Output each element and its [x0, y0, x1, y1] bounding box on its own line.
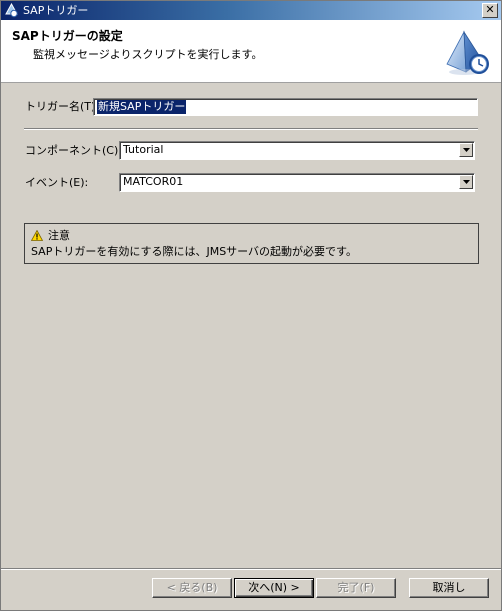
finish-button[interactable]: 完了(F): [316, 578, 396, 598]
event-select[interactable]: MATCOR01: [119, 173, 475, 192]
back-button[interactable]: < 戻る(B): [152, 578, 232, 598]
component-select[interactable]: Tutorial: [119, 141, 475, 160]
component-dropdown-button[interactable]: [459, 143, 473, 157]
close-button[interactable]: ✕: [482, 3, 498, 18]
cancel-button[interactable]: 取消し: [409, 578, 489, 598]
component-label: コンポーネント(C):: [25, 144, 122, 157]
page-title: SAPトリガーの設定: [12, 29, 123, 43]
chevron-down-icon: [463, 180, 470, 184]
wizard-banner: SAPトリガーの設定 監視メッセージよりスクリプトを実行します。: [1, 20, 501, 83]
warning-note: 注意 SAPトリガーを有効にする際には、JMSサーバの起動が必要です。: [24, 223, 479, 264]
next-button[interactable]: 次へ(N) >: [234, 578, 314, 598]
component-value: Tutorial: [123, 143, 164, 156]
note-text: SAPトリガーを有効にする際には、JMSサーバの起動が必要です。: [31, 245, 357, 258]
trigger-name-input[interactable]: 新規SAPトリガー: [93, 98, 478, 116]
trigger-name-value: 新規SAPトリガー: [97, 100, 187, 114]
title-bar[interactable]: SAPトリガー ✕: [1, 1, 501, 20]
page-description: 監視メッセージよりスクリプトを実行します。: [33, 48, 263, 61]
chevron-down-icon: [463, 148, 470, 152]
event-dropdown-button[interactable]: [459, 175, 473, 189]
sap-trigger-app-icon: [5, 3, 18, 18]
event-value: MATCOR01: [123, 175, 184, 188]
warning-icon: [31, 230, 43, 241]
note-title: 注意: [48, 229, 70, 242]
close-icon: ✕: [485, 3, 495, 16]
trigger-name-label: トリガー名(T):: [25, 100, 100, 113]
form-separator: [24, 128, 478, 130]
window-title: SAPトリガー: [23, 4, 89, 17]
event-label: イベント(E):: [25, 176, 89, 189]
sap-trigger-dialog: SAPトリガー ✕ SAPトリガーの設定 監視メッセージよりスクリプトを実行しま…: [0, 0, 502, 611]
button-bar-separator: [1, 568, 501, 570]
wizard-pyramid-clock-icon: [446, 30, 489, 75]
